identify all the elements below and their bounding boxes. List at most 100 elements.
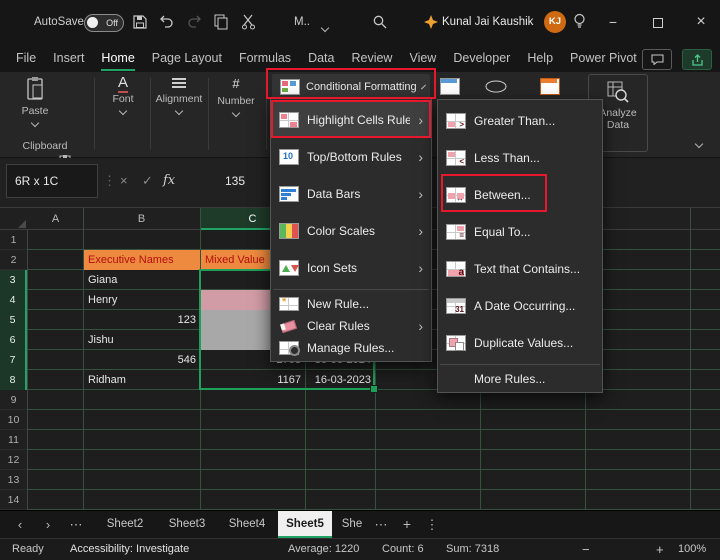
- menu-item-clear-rules[interactable]: Clear Rules ›: [271, 315, 431, 337]
- name-box[interactable]: 6R x 1C: [6, 164, 98, 198]
- cancel-entry-icon[interactable]: ×: [120, 164, 128, 198]
- sheet-nav-more-icon[interactable]: ⋯: [64, 511, 88, 538]
- alignment-group-button[interactable]: Alignment: [152, 76, 206, 114]
- quick-access-chevron-icon[interactable]: [322, 20, 328, 34]
- menu-item-color-scales[interactable]: Color Scales ›: [271, 212, 431, 249]
- sheet-tab-sheet2[interactable]: Sheet2: [96, 511, 154, 538]
- submenu-item-a-date-occurring[interactable]: 31 A Date Occurring...: [438, 287, 602, 324]
- zoom-in-button[interactable]: +: [656, 539, 664, 560]
- tab-help[interactable]: Help: [527, 45, 553, 71]
- cell-b5[interactable]: 123: [84, 310, 200, 330]
- submenu-arrow-icon: ›: [418, 318, 425, 334]
- menu-item-icon-sets[interactable]: Icon Sets ›: [271, 249, 431, 286]
- sheet-tab-sheet3[interactable]: Sheet3: [158, 511, 216, 538]
- cell-b8[interactable]: Ridham: [84, 370, 200, 390]
- close-button[interactable]: ×: [686, 0, 716, 44]
- row-header-12[interactable]: 12: [0, 450, 27, 470]
- paste-button[interactable]: Paste: [16, 76, 54, 126]
- copy-icon[interactable]: [214, 14, 229, 30]
- formula-bar-value[interactable]: 135: [225, 164, 245, 198]
- select-all-corner[interactable]: [18, 220, 26, 228]
- cell-b2[interactable]: Executive Names: [84, 250, 200, 270]
- row-header-9[interactable]: 9: [0, 390, 27, 410]
- row-header-1[interactable]: 1: [0, 230, 27, 250]
- undo-icon[interactable]: [158, 15, 175, 29]
- minimize-button[interactable]: −: [598, 0, 628, 44]
- row-header-2[interactable]: 2: [0, 250, 27, 270]
- annotation-between: [441, 174, 547, 212]
- tab-power-pivot[interactable]: Power Pivot: [570, 45, 637, 71]
- quick-access-more[interactable]: M..: [294, 0, 310, 44]
- equal-to-icon: =: [446, 224, 466, 240]
- sheet-nav-right-icon[interactable]: ›: [36, 511, 60, 538]
- submenu-item-duplicate-values[interactable]: Duplicate Values...: [438, 324, 602, 361]
- submenu-item-equal-to[interactable]: = Equal To...: [438, 213, 602, 250]
- submenu-item-more-rules[interactable]: More Rules...: [438, 368, 602, 390]
- sheet-tab-sheet4[interactable]: Sheet4: [220, 511, 274, 538]
- cut-icon[interactable]: [241, 14, 256, 30]
- accessibility-status[interactable]: Accessibility: Investigate: [70, 539, 189, 560]
- sheet-menu-icon[interactable]: ⋮: [422, 511, 442, 538]
- zoom-level[interactable]: 100%: [678, 539, 706, 560]
- row-header-13[interactable]: 13: [0, 470, 27, 490]
- sheet-overflow-icon[interactable]: ⋯: [370, 511, 392, 538]
- comments-button[interactable]: [642, 49, 672, 70]
- submenu-item-greater-than[interactable]: > Greater Than...: [438, 102, 602, 139]
- cell-b3[interactable]: Giana: [84, 270, 200, 290]
- row-header-4[interactable]: 4: [0, 290, 27, 310]
- redo-icon[interactable]: [186, 15, 203, 29]
- row-header-11[interactable]: 11: [0, 430, 27, 450]
- insert-cells-icon[interactable]: [540, 78, 560, 95]
- user-name[interactable]: Kunal Jai Kaushik: [442, 0, 533, 44]
- menu-item-top-bottom-rules[interactable]: 10 Top/Bottom Rules ›: [271, 138, 431, 175]
- row-header-8[interactable]: 8: [0, 370, 27, 390]
- zoom-out-button[interactable]: −: [582, 539, 590, 560]
- menu-item-new-rule[interactable]: * New Rule...: [271, 293, 431, 315]
- annotation-conditional-formatting: [266, 68, 436, 99]
- sheet-nav-left-icon[interactable]: ‹: [8, 511, 32, 538]
- menu-item-label: Top/Bottom Rules: [307, 150, 410, 164]
- menu-item-data-bars[interactable]: Data Bars ›: [271, 175, 431, 212]
- row-header-3[interactable]: 3: [0, 270, 27, 290]
- fill-handle[interactable]: [370, 385, 378, 393]
- user-avatar[interactable]: KJ: [544, 11, 566, 33]
- row-header-10[interactable]: 10: [0, 410, 27, 430]
- lightbulb-icon[interactable]: [572, 13, 587, 30]
- row-header-7[interactable]: 7: [0, 350, 27, 370]
- new-sheet-button[interactable]: +: [396, 511, 418, 538]
- cell-b7[interactable]: 546: [84, 350, 200, 370]
- insert-function-button[interactable]: fx: [163, 164, 175, 198]
- column-header-b[interactable]: B: [83, 208, 200, 230]
- font-group-button[interactable]: A Font: [98, 76, 148, 114]
- save-icon[interactable]: [132, 14, 148, 30]
- cell-b6[interactable]: Jishu: [84, 330, 200, 350]
- format-as-table-icon[interactable]: [440, 78, 460, 95]
- manage-rules-icon: [279, 341, 299, 355]
- row-header-6[interactable]: 6: [0, 330, 27, 350]
- tab-developer[interactable]: Developer: [453, 45, 510, 71]
- column-header-a[interactable]: A: [28, 208, 83, 230]
- sheet-tab-sheet5-active[interactable]: Sheet5: [278, 511, 332, 538]
- sheet-tab-truncated[interactable]: She: [336, 511, 368, 538]
- tab-home[interactable]: Home: [101, 45, 134, 71]
- gridline: [690, 208, 691, 510]
- menu-item-manage-rules[interactable]: Manage Rules...: [271, 337, 431, 359]
- maximize-button[interactable]: [642, 0, 672, 44]
- font-group-label: Font: [112, 93, 133, 105]
- cell-styles-icon[interactable]: [484, 80, 508, 93]
- search-icon[interactable]: [372, 14, 388, 30]
- share-button[interactable]: [682, 49, 712, 70]
- row-header-5[interactable]: 5: [0, 310, 27, 330]
- font-chevron-icon: [119, 107, 127, 115]
- submenu-item-text-that-contains[interactable]: a Text that Contains...: [438, 250, 602, 287]
- row-header-14[interactable]: 14: [0, 490, 27, 510]
- number-group-button[interactable]: # Number: [210, 76, 262, 116]
- ribbon-collapse-chevron-icon[interactable]: [696, 136, 702, 150]
- tab-file[interactable]: File: [16, 45, 36, 71]
- submenu-item-less-than[interactable]: < Less Than...: [438, 139, 602, 176]
- tab-insert[interactable]: Insert: [53, 45, 84, 71]
- cell-b4[interactable]: Henry: [84, 290, 200, 310]
- confirm-entry-icon[interactable]: ✓: [142, 164, 153, 198]
- autosave-toggle[interactable]: Off: [84, 14, 124, 32]
- tab-page-layout[interactable]: Page Layout: [152, 45, 222, 71]
